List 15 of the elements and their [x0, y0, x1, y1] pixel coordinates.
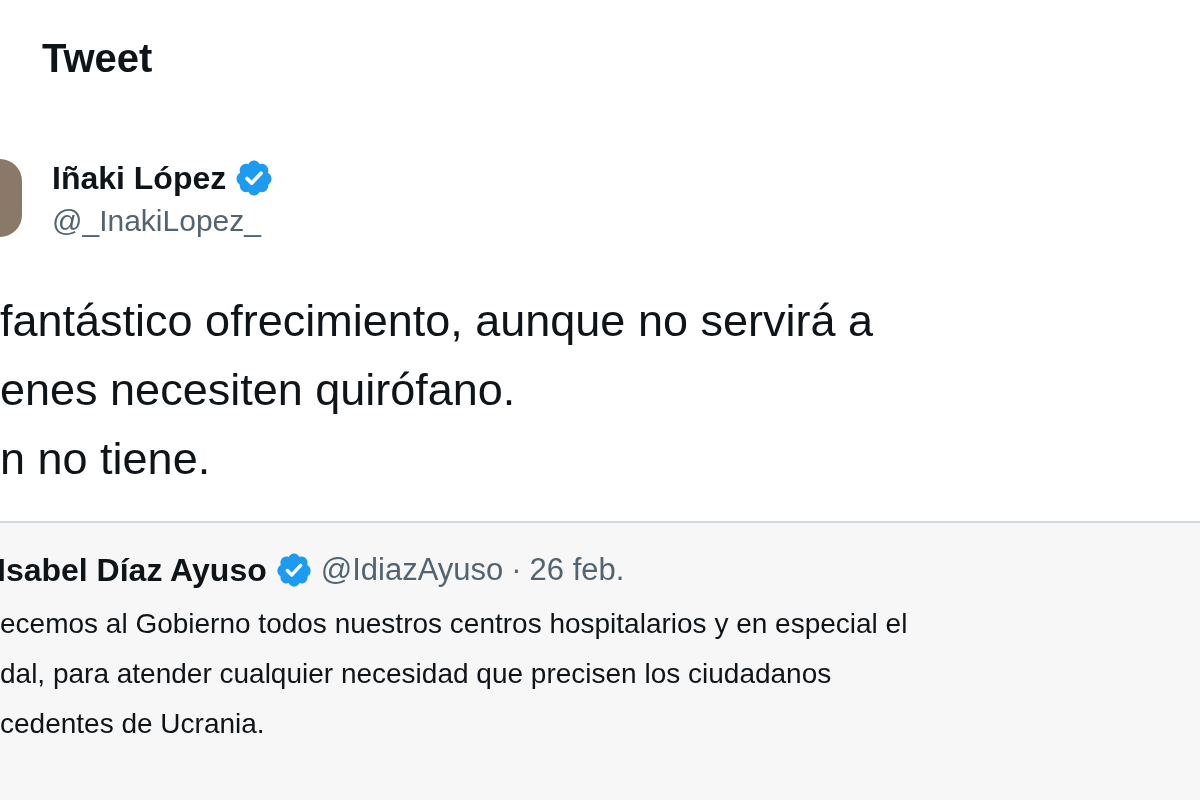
- quoted-text-line: dal, para atender cualquier necesidad que precisen los ciudadanos: [0, 657, 833, 691]
- quoted-date: 26 feb.: [529, 552, 625, 588]
- separator-dot: ·: [511, 552, 522, 588]
- quoted-author-handle: @IdiazAyuso: [320, 552, 504, 588]
- quoted-text-line: ecemos al Gobierno todos nuestros centros hospitalarios y en especial el: [0, 607, 909, 641]
- quoted-author-name: Isabel Díaz Ayuso: [0, 551, 267, 589]
- tweet-text-line: n no tiene.: [0, 432, 212, 486]
- page-title: Tweet: [41, 35, 154, 82]
- tweet-text-line: enes necesiten quirófano.: [0, 363, 517, 417]
- author-handle[interactable]: @_InakiLopez_: [52, 204, 275, 238]
- tweet-text-line: fantástico ofrecimiento, aunque no servirá a: [0, 294, 874, 348]
- author-name[interactable]: Iñaki López: [52, 159, 227, 197]
- avatar[interactable]: [0, 159, 22, 237]
- quoted-tweet-card[interactable]: Isabel Díaz Ayuso @IdiazAyuso · 26 feb. ecemos al Gobierno todos nuestros centros hospitalarios y en especial el dal, para atender cualquier necesidad que precisen los ciudadanos cedentes de Ucrania.: [0, 521, 1200, 800]
- quoted-text-line: cedentes de Ucrania.: [0, 707, 266, 741]
